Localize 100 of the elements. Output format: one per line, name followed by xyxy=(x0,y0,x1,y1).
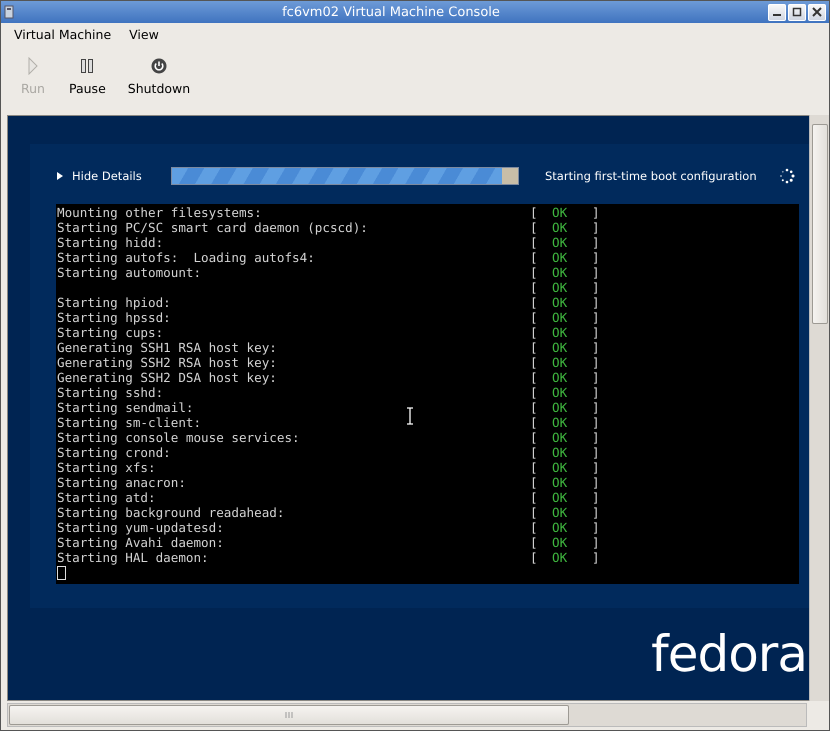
shutdown-button[interactable]: Shutdown xyxy=(122,53,196,100)
bracket: [ xyxy=(530,445,538,460)
bracket: ] xyxy=(592,535,600,550)
bracket: [ xyxy=(530,295,538,310)
vertical-scrollbar[interactable] xyxy=(809,115,829,701)
log-status: OK xyxy=(552,475,568,490)
log-line: Starting hidd: xyxy=(57,235,164,250)
log-status: OK xyxy=(552,370,568,385)
log-line: Starting sm-client: xyxy=(57,415,202,430)
log-status: OK xyxy=(552,535,568,550)
bracket: ] xyxy=(592,310,600,325)
log-line: Starting console mouse services: xyxy=(57,430,300,445)
log-status: OK xyxy=(552,415,568,430)
log-status: OK xyxy=(552,205,568,220)
console-screen[interactable] xyxy=(7,115,809,701)
bracket: [ xyxy=(530,400,538,415)
log-status: OK xyxy=(552,490,568,505)
expander-icon xyxy=(56,171,64,181)
bracket: ] xyxy=(592,340,600,355)
bracket: [ xyxy=(530,250,538,265)
bracket: ] xyxy=(592,475,600,490)
log-status: OK xyxy=(552,310,568,325)
log-status: OK xyxy=(552,400,568,415)
window-title: fc6vm02 Virtual Machine Console xyxy=(281,4,501,20)
bracket: ] xyxy=(592,265,600,280)
log-status: OK xyxy=(552,445,568,460)
log-status: OK xyxy=(552,340,568,355)
log-status: OK xyxy=(552,430,568,445)
bracket: ] xyxy=(592,250,600,265)
log-line: Generating SSH1 RSA host key: xyxy=(57,340,277,355)
bracket: ] xyxy=(592,505,600,520)
pause-button[interactable]: Pause xyxy=(63,53,112,100)
bracket: ] xyxy=(592,445,600,460)
bracket: [ xyxy=(530,475,538,490)
bracket: [ xyxy=(530,385,538,400)
bracket: [ xyxy=(530,280,538,295)
bracket: ] xyxy=(592,370,600,385)
close-button[interactable] xyxy=(808,4,826,20)
spinner-icon xyxy=(779,168,795,184)
minimize-icon xyxy=(773,14,781,16)
pause-icon xyxy=(80,57,94,75)
log-line: Starting xfs: xyxy=(57,460,156,475)
play-icon xyxy=(27,57,39,75)
bracket: [ xyxy=(530,370,538,385)
maximize-icon xyxy=(792,7,802,17)
log-status: OK xyxy=(552,265,568,280)
computer-icon xyxy=(4,5,14,19)
log-line: Mounting other filesystems: xyxy=(57,205,262,220)
bracket: ] xyxy=(592,550,600,565)
bracket: [ xyxy=(530,430,538,445)
bracket: ] xyxy=(592,520,600,535)
log-line: Starting cups: xyxy=(57,325,164,340)
scrollbar-thumb[interactable] xyxy=(9,705,569,725)
bracket: ] xyxy=(592,280,600,295)
log-status: OK xyxy=(552,460,568,475)
bracket: ] xyxy=(592,325,600,340)
log-line: Starting sshd: xyxy=(57,385,164,400)
log-line: Starting yum-updatesd: xyxy=(57,520,224,535)
log-line: Starting crond: xyxy=(57,445,171,460)
menu-item[interactable]: Virtual Machine xyxy=(7,24,118,44)
bracket: [ xyxy=(530,460,538,475)
log-line: Starting HAL daemon: xyxy=(57,550,209,565)
bracket: ] xyxy=(592,205,600,220)
log-line: Starting anacron: xyxy=(57,475,186,490)
log-line: Starting hpssd: xyxy=(57,310,171,325)
bracket: ] xyxy=(592,400,600,415)
log-line: Starting PC/SC smart card daemon (pcscd): xyxy=(57,220,368,235)
bracket: ] xyxy=(592,430,600,445)
log-status: OK xyxy=(552,325,568,340)
log-status: OK xyxy=(552,280,568,295)
scrollbar-thumb[interactable] xyxy=(812,124,828,324)
bracket: [ xyxy=(530,355,538,370)
menu-item[interactable]: View xyxy=(122,24,166,44)
bracket: [ xyxy=(530,220,538,235)
grip-icon xyxy=(285,712,293,718)
log-line: Generating SSH2 RSA host key: xyxy=(57,355,277,370)
bracket: ] xyxy=(592,415,600,430)
minimize-button[interactable] xyxy=(768,4,786,20)
bracket: [ xyxy=(530,415,538,430)
log-status: OK xyxy=(552,505,568,520)
log-status: OK xyxy=(552,355,568,370)
log-status: OK xyxy=(552,235,568,250)
log-line: Starting automount: xyxy=(57,265,202,280)
log-status: OK xyxy=(552,520,568,535)
maximize-button[interactable] xyxy=(788,4,806,20)
bracket: ] xyxy=(592,295,600,310)
log-status: OK xyxy=(552,250,568,265)
bracket: ] xyxy=(592,355,600,370)
bracket: [ xyxy=(530,505,538,520)
details-toggle[interactable]: Hide Details xyxy=(56,169,171,183)
bracket: ] xyxy=(592,490,600,505)
horizontal-scrollbar[interactable] xyxy=(7,703,807,727)
log-line: Starting sendmail: xyxy=(57,400,194,415)
logo: fedora xyxy=(651,625,807,683)
bracket: [ xyxy=(530,520,538,535)
log-status: OK xyxy=(552,385,568,400)
text-cursor xyxy=(57,566,66,580)
bracket: [ xyxy=(530,310,538,325)
log-status: OK xyxy=(552,550,568,565)
bracket: [ xyxy=(530,490,538,505)
